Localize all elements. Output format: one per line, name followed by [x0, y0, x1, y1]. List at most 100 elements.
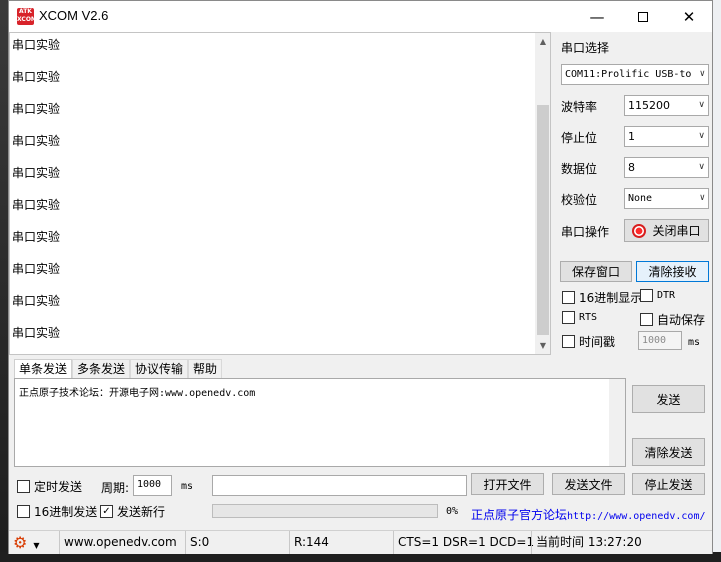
scroll-thumb[interactable] — [537, 105, 549, 335]
file-path-input[interactable] — [212, 475, 467, 496]
baud-label: 波特率 — [561, 100, 598, 114]
port-select-label: 串口选择 — [561, 41, 610, 55]
chevron-down-icon: ∨ — [698, 162, 705, 172]
receive-line: 串口实验 — [12, 294, 61, 308]
period-label: 周期: — [101, 481, 130, 495]
minimize-button[interactable]: — — [574, 1, 620, 32]
checkbox-box[interactable] — [562, 335, 575, 348]
receive-lines: 串口实验 串口实验 串口实验 串口实验 串口实验 串口实验 串口实验 串口实验 串口实验 串口实验 — [12, 35, 532, 354]
status-signals: CTS=1 DSR=1 DCD=1 — [393, 531, 534, 554]
period-input[interactable]: 1000 — [133, 475, 172, 496]
port-op-label: 串口操作 — [561, 225, 610, 239]
receive-scrollbar[interactable]: ▲ ▼ — [535, 33, 550, 354]
timestamp-label: 时间戳 — [579, 335, 616, 349]
tab-multi-send[interactable]: 多条发送 — [72, 359, 131, 378]
close-port-button[interactable]: 关闭串口 — [624, 219, 709, 242]
window-title: XCOM V2.6 — [39, 8, 109, 23]
period-unit: ms — [181, 481, 194, 492]
gear-icon[interactable]: ⚙ — [13, 533, 27, 552]
forum-link[interactable]: 正点原子官方论坛http://www.openedv.com/ — [471, 506, 706, 523]
checkbox-box[interactable] — [562, 291, 575, 304]
receive-line: 串口实验 — [12, 134, 61, 148]
port-status-icon — [632, 223, 647, 238]
timestamp-checkbox[interactable]: 时间戳 — [562, 333, 615, 350]
receive-area[interactable]: 串口实验 串口实验 串口实验 串口实验 串口实验 串口实验 串口实验 串口实验 串口实验 串口实验… — [9, 32, 551, 355]
tab-protocol[interactable]: 协议传输 — [130, 359, 189, 378]
parity-label: 校验位 — [561, 193, 598, 207]
dtr-checkbox[interactable]: DTR — [640, 289, 675, 302]
xcom-window: ATK XCOM XCOM V2.6 — ✕ 串口实验 串口实验 串口实验 串口实验 串口… — [8, 0, 713, 554]
send-newline-label: 发送新行 — [117, 505, 166, 519]
timed-send-label: 定时发送 — [34, 480, 83, 494]
status-bar: ⚙ ▼ www.openedv.com S:0 R:144 CTS=1 DSR=1… — [9, 530, 712, 554]
rts-label: RTS — [579, 312, 598, 323]
receive-line: 串口实验 — [12, 230, 61, 244]
timestamp-unit: ms — [688, 337, 701, 348]
receive-line: 串口实验 — [12, 102, 61, 116]
send-tabs: 单条发送 多条发送 协议传输 帮助 — [14, 359, 223, 378]
scroll-down-icon[interactable]: ▼ — [535, 337, 550, 354]
hex-display-label: 16进制显示 — [579, 291, 643, 305]
stopbit-label: 停止位 — [561, 131, 598, 145]
receive-line: 串口实验 — [12, 198, 61, 212]
close-window-button[interactable]: ✕ — [666, 1, 712, 32]
checkbox-box[interactable] — [640, 313, 653, 326]
receive-line: 串口实验 — [12, 70, 61, 84]
hex-display-checkbox[interactable]: 16进制显示 — [562, 289, 642, 306]
maximize-button[interactable] — [620, 1, 666, 32]
forum-label: 正点原子官方论坛 — [471, 508, 568, 522]
chevron-down-icon: ∨ — [699, 193, 705, 203]
auto-save-label: 自动保存 — [657, 313, 706, 327]
dtr-label: DTR — [657, 290, 676, 301]
hex-send-checkbox[interactable]: 16进制发送 — [17, 503, 97, 520]
receive-line: 串口实验 — [12, 326, 61, 340]
timestamp-interval-input[interactable]: 1000 — [638, 331, 682, 350]
scroll-up-icon[interactable]: ▲ — [535, 33, 550, 50]
port-select[interactable]: COM11:Prolific USB-to ∨ — [561, 64, 709, 85]
receive-line: 串口实验 — [12, 38, 61, 52]
auto-save-checkbox[interactable]: 自动保存 — [640, 311, 705, 328]
receive-line: 串口实验 — [12, 166, 61, 180]
stopbit-select[interactable]: 1 ∨ — [624, 126, 709, 147]
tab-help[interactable]: 帮助 — [188, 359, 223, 378]
chevron-down-icon: ∨ — [698, 131, 705, 141]
send-progress-bar — [212, 504, 438, 518]
stop-send-button[interactable]: 停止发送 — [632, 473, 705, 495]
baud-select[interactable]: 115200 ∨ — [624, 95, 709, 116]
open-file-button[interactable]: 打开文件 — [471, 473, 544, 495]
save-window-button[interactable]: 保存窗口 — [560, 261, 632, 282]
status-sent: S:0 — [185, 531, 289, 554]
receive-line: 串口实验 — [12, 262, 61, 276]
databit-select[interactable]: 8 ∨ — [624, 157, 709, 178]
checkbox-box[interactable] — [17, 480, 30, 493]
timed-send-checkbox[interactable]: 定时发送 — [17, 478, 82, 495]
clear-receive-button[interactable]: 清除接收 — [636, 261, 709, 282]
forum-url: http://www.openedv.com/ — [567, 511, 706, 522]
tab-single-send[interactable]: 单条发送 — [14, 359, 73, 378]
parity-select[interactable]: None ∨ — [624, 188, 709, 209]
desktop-background-right — [713, 0, 721, 562]
send-input[interactable]: 正点原子技术论坛：开源电子网:www.openedv.com — [14, 378, 626, 467]
checkbox-box[interactable] — [17, 505, 30, 518]
close-port-label: 关闭串口 — [652, 224, 701, 238]
rts-checkbox[interactable]: RTS — [562, 311, 597, 324]
send-scrollbar[interactable] — [609, 379, 625, 466]
send-file-button[interactable]: 发送文件 — [552, 473, 625, 495]
chevron-down-icon: ∨ — [698, 100, 705, 110]
clear-send-button[interactable]: 清除发送 — [632, 438, 705, 466]
chevron-down-icon: ∨ — [699, 69, 705, 79]
app-logo-icon: ATK XCOM — [17, 8, 37, 25]
send-text: 正点原子技术论坛：开源电子网:www.openedv.com — [19, 388, 256, 399]
checkbox-box[interactable] — [562, 311, 575, 324]
checkbox-box[interactable]: ✓ — [100, 505, 113, 518]
settings-menu[interactable]: ⚙ ▼ — [9, 531, 59, 554]
send-newline-checkbox[interactable]: ✓ 发送新行 — [100, 503, 165, 520]
title-bar: ATK XCOM XCOM V2.6 — ✕ — [9, 1, 712, 32]
progress-percent: 0% — [446, 506, 459, 517]
databit-label: 数据位 — [561, 162, 598, 176]
status-time: 当前时间 13:27:20 — [531, 531, 712, 554]
send-button[interactable]: 发送 — [632, 385, 705, 413]
checkbox-box[interactable] — [640, 289, 653, 302]
hex-send-label: 16进制发送 — [34, 505, 98, 519]
chevron-down-icon[interactable]: ▼ — [33, 541, 39, 550]
